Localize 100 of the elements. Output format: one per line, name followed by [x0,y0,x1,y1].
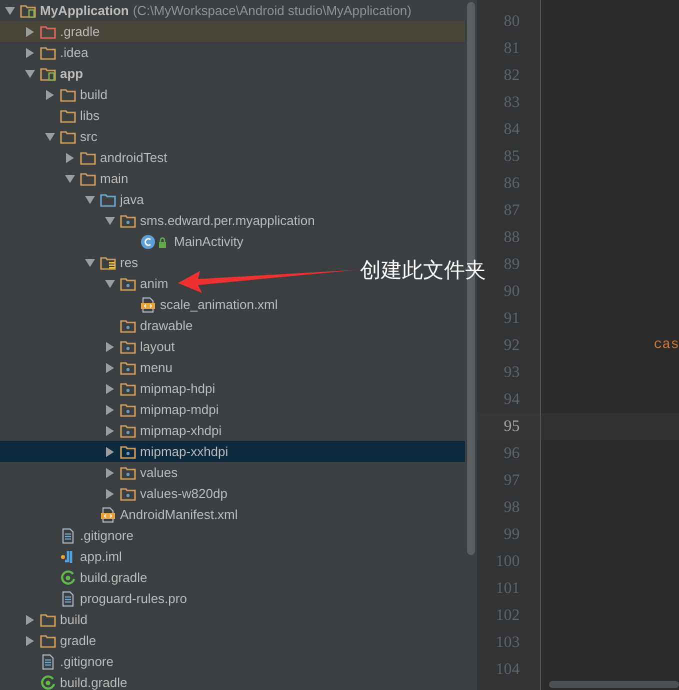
expanded-arrow-icon[interactable] [45,132,55,142]
tree-item-label: app [60,64,84,83]
annotation-text: 创建此文件夹 [360,257,486,284]
folder-icon [120,444,136,458]
collapsed-arrow-icon[interactable] [25,26,35,36]
folder-icon [120,214,136,228]
collapsed-arrow-icon[interactable] [105,384,115,394]
xml-file-icon [100,506,116,522]
expanded-arrow-icon[interactable] [25,68,35,78]
tree-item[interactable]: scale_animation.xml [0,294,280,315]
expanded-arrow-icon[interactable] [65,174,75,184]
expanded-arrow-icon[interactable] [5,6,15,16]
tree-item-label: values-w820dp [140,484,228,503]
collapsed-arrow-icon[interactable] [105,426,115,436]
folder-icon [100,256,116,270]
folder-icon [120,424,136,438]
tree-item-label: .gitignore [60,652,114,671]
tree-item[interactable]: .gitignore [0,525,136,546]
horizontal-scrollbar-thumb[interactable] [548,681,679,688]
collapsed-arrow-icon[interactable] [105,404,115,414]
tree-item[interactable]: layout [0,336,177,357]
tree-item[interactable]: libs [0,105,102,126]
text-file-icon [60,590,76,606]
gradle-icon [60,570,76,586]
tree-item[interactable]: main [0,168,130,189]
tree-item[interactable]: app.iml [0,546,124,567]
tree-item[interactable]: gradle [0,630,98,651]
collapsed-arrow-icon[interactable] [105,446,115,456]
tree-item[interactable]: res [0,252,140,273]
collapsed-arrow-icon[interactable] [105,342,115,352]
tree-item[interactable]: values [0,462,180,483]
tree-item[interactable]: MyApplication (C:\MyWorkspace\Android studio\MyApplication) [0,0,414,21]
project-path: (C:\MyWorkspace\Android studio\MyApplication) [132,2,412,20]
tree-item[interactable]: build [0,84,110,105]
tree-item[interactable]: .gitignore [0,651,116,672]
tree-item[interactable]: build.gradle [0,567,150,588]
tree-item[interactable]: AndroidManifest.xml [0,504,240,525]
tree-item-label: src [80,128,98,146]
collapsed-arrow-icon[interactable] [45,90,55,100]
tree-item[interactable]: drawable [0,315,195,336]
tree-item[interactable]: java [0,189,146,210]
tree-item-label: values [140,464,178,482]
expanded-arrow-icon[interactable] [105,216,115,226]
folder-icon [120,340,136,354]
gradle-icon [40,674,56,690]
tree-item-label: anim [140,274,168,293]
tree-item-label: build [60,610,88,629]
tree-item[interactable]: .idea [0,42,90,63]
tree-item[interactable]: values-w820dp [0,483,230,504]
tree-item-label: menu [140,358,173,377]
tree-item[interactable]: app [0,63,86,84]
xml-file-icon [140,296,156,312]
tree-item[interactable]: menu [0,357,175,378]
folder-icon [120,402,136,416]
folder-icon [40,24,56,38]
tree-item[interactable]: sms.edward.per.myapplication [0,210,317,231]
tree-item[interactable]: src [0,126,100,147]
collapsed-arrow-icon[interactable] [105,468,115,478]
tree-item-label: MainActivity [174,232,244,251]
folder-icon [20,4,36,18]
folder-icon [120,360,136,374]
tree-item-label: main [100,170,128,188]
tree-item[interactable]: mipmap-xhdpi [0,420,224,441]
collapsed-arrow-icon[interactable] [25,48,35,58]
tree-item-label: mipmap-xxhdpi [140,442,228,461]
folder-icon [120,382,136,396]
folder-icon [40,634,56,648]
tree-item-label: res [120,254,138,272]
collapsed-arrow-icon[interactable] [105,362,115,372]
tree-item-label: scale_animation.xml [160,296,278,314]
tree-item[interactable]: MainActivity [0,231,246,252]
collapsed-arrow-icon[interactable] [65,152,75,162]
tree-item[interactable]: build.gradle [0,672,130,690]
tree-item[interactable]: mipmap-hdpi [0,378,218,399]
tree-item-label: .gitignore [80,526,134,545]
tree-item-label: mipmap-hdpi [140,380,216,398]
text-file-icon [40,654,56,670]
collapsed-arrow-icon[interactable] [25,636,35,646]
tree-item[interactable]: anim [0,273,170,294]
tree-item-label: mipmap-xhdpi [140,422,222,440]
tree-item[interactable]: .gradle [0,21,465,42]
expanded-arrow-icon[interactable] [105,278,115,288]
collapsed-arrow-icon[interactable] [105,488,115,498]
expanded-arrow-icon[interactable] [85,258,95,268]
tree-item-label: drawable [140,316,193,335]
tree-item[interactable]: build [0,609,90,630]
tree-item[interactable]: proguard-rules.pro [0,588,189,609]
folder-icon [80,172,96,186]
folder-icon [60,108,76,122]
tree-item-label: androidTest [100,148,168,167]
tree-item[interactable]: mipmap-mdpi [0,399,221,420]
tree-item[interactable]: mipmap-xxhdpi [0,441,465,462]
tree-item-label: build.gradle [80,568,148,587]
tree-item[interactable]: androidTest [0,147,170,168]
expanded-arrow-icon[interactable] [85,194,95,204]
tree-item-label: sms.edward.per.myapplication [140,212,315,230]
tree-item-label: app.iml [80,548,122,566]
folder-icon [40,66,56,80]
collapsed-arrow-icon[interactable] [25,614,35,624]
folder-icon [100,192,116,206]
